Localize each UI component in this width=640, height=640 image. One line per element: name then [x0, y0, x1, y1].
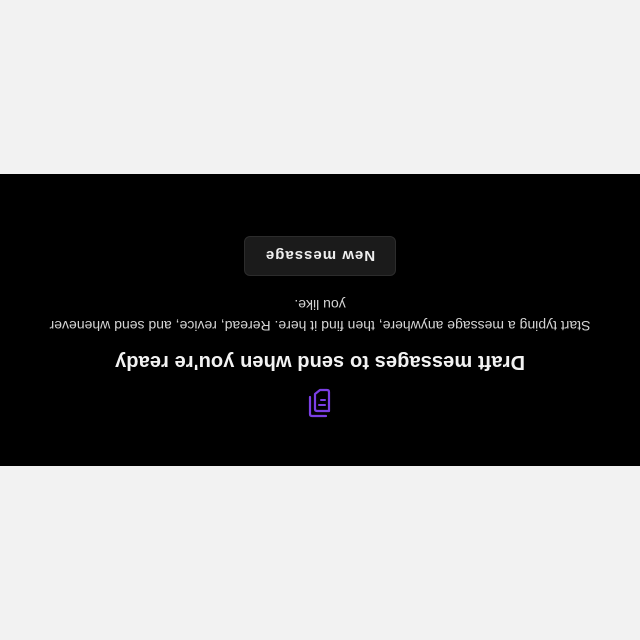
- screenshot-canvas: Draft messages to send when you're ready…: [0, 0, 640, 640]
- drafts-icon: [307, 388, 333, 418]
- blank-area-top: [0, 466, 640, 640]
- new-message-button[interactable]: New message: [243, 236, 397, 276]
- empty-state-description: Start typing a message anywhere, then fi…: [49, 297, 591, 334]
- drafts-panel: Draft messages to send when you're ready…: [0, 174, 640, 466]
- empty-state-heading: Draft messages to send when you're ready: [115, 351, 526, 373]
- drafts-empty-state: Draft messages to send when you're ready…: [0, 174, 640, 466]
- blank-area-bottom: [0, 0, 640, 174]
